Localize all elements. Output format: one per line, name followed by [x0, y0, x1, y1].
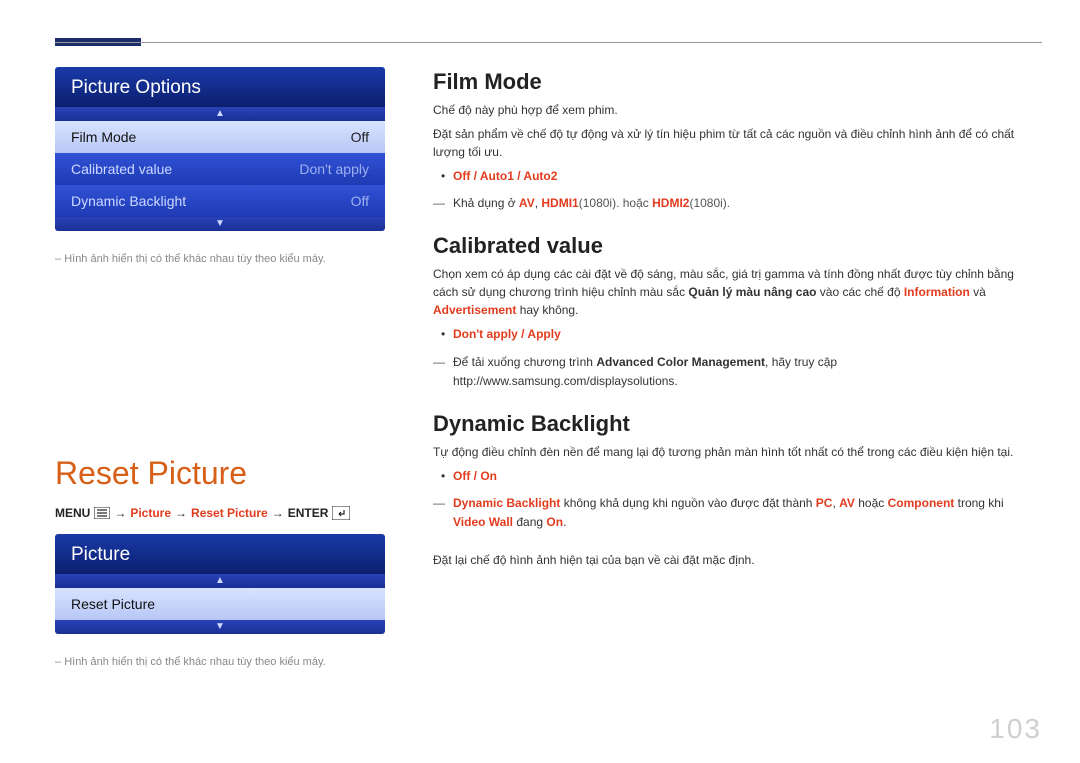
t: Component: [888, 496, 955, 510]
text: Chọn xem có áp dụng các cài đặt về độ sá…: [433, 265, 1034, 319]
panel-picture: Picture ▲ Reset Picture ▼: [55, 534, 385, 634]
t: không khả dụng khi nguồn vào được đặt th…: [560, 496, 815, 510]
nav-enter-label: ENTER: [288, 506, 329, 520]
t: Khả dụng ở: [453, 196, 519, 210]
t: Quản lý màu nâng cao: [688, 285, 816, 299]
t: trong khi: [954, 496, 1003, 510]
page-number: 103: [989, 713, 1042, 745]
menu-row-value: Off: [351, 129, 369, 145]
menu-row-dynamic-backlight[interactable]: Dynamic Backlight Off: [55, 185, 385, 217]
nav-path: MENU → Picture → Reset Picture → ENTER: [55, 506, 385, 520]
panel-title: Picture: [55, 534, 385, 574]
footnote: Hình ảnh hiển thị có thể khác nhau tùy t…: [55, 253, 385, 265]
t: Video Wall: [453, 515, 513, 529]
heading-film-mode: Film Mode: [433, 69, 1034, 95]
menu-row-label: Calibrated value: [71, 161, 172, 177]
t: đang: [513, 515, 546, 529]
t: PC: [816, 496, 833, 510]
t: Để tải xuống chương trình: [453, 355, 596, 369]
menu-row-film-mode[interactable]: Film Mode Off: [55, 121, 385, 153]
panel-title: Picture Options: [55, 67, 385, 107]
right-column: Film Mode Chế độ này phù hợp để xem phim…: [433, 67, 1042, 668]
menu-row-label: Film Mode: [71, 129, 136, 145]
t: Dynamic Backlight: [453, 496, 560, 510]
menu-row-label: Reset Picture: [71, 596, 155, 612]
t: HDMI1: [541, 196, 578, 210]
menu-row-calibrated-value[interactable]: Calibrated value Don't apply: [55, 153, 385, 185]
menu-row-reset-picture[interactable]: Reset Picture: [55, 588, 385, 620]
enter-icon: [332, 506, 350, 520]
menu-row-label: Dynamic Backlight: [71, 193, 186, 209]
reset-description: Đặt lại chế độ hình ảnh hiện tại của bạn…: [433, 551, 1034, 569]
t: On: [546, 515, 563, 529]
t: hoặc: [855, 496, 888, 510]
heading-dynamic-backlight: Dynamic Backlight: [433, 411, 1034, 437]
note: Để tải xuống chương trình Advanced Color…: [433, 353, 1034, 391]
nav-seg-picture: Picture: [130, 506, 171, 520]
options-text: Off / On: [453, 469, 497, 483]
arrow-down-icon: ▼: [55, 217, 385, 231]
text: Tự động điều chỉnh đèn nền để mang lại đ…: [433, 443, 1034, 461]
text: Chế độ này phù hợp để xem phim.: [433, 101, 1034, 119]
t: hay không.: [516, 303, 578, 317]
menu-row-value: Don't apply: [299, 161, 369, 177]
options-text: Don't apply / Apply: [453, 327, 561, 341]
t: .: [563, 515, 566, 529]
t: AV: [519, 196, 535, 210]
panel-picture-options: Picture Options ▲ Film Mode Off Calibrat…: [55, 67, 385, 231]
t: vào các chế độ: [816, 285, 903, 299]
t: (1080i).: [689, 196, 730, 210]
note: Dynamic Backlight không khả dụng khi ngu…: [433, 494, 1034, 532]
menu-row-value: Off: [351, 193, 369, 209]
reset-picture-heading: Reset Picture: [55, 455, 385, 492]
t: Advertisement: [433, 303, 516, 317]
heading-calibrated-value: Calibrated value: [433, 233, 1034, 259]
nav-menu-label: MENU: [55, 506, 90, 520]
t: (1080i). hoặc: [579, 196, 652, 210]
arrow-up-icon: ▲: [55, 107, 385, 121]
t: HDMI2: [652, 196, 689, 210]
t: Advanced Color Management: [596, 355, 765, 369]
note: Khả dụng ở AV, HDMI1(1080i). hoặc HDMI2(…: [433, 194, 1034, 213]
nav-seg-reset-picture: Reset Picture: [191, 506, 268, 520]
footnote: Hình ảnh hiển thị có thể khác nhau tùy t…: [55, 656, 385, 668]
t: và: [970, 285, 986, 299]
left-column: Picture Options ▲ Film Mode Off Calibrat…: [55, 67, 385, 668]
options-text: Off / Auto1 / Auto2: [453, 169, 557, 183]
arrow-up-icon: ▲: [55, 574, 385, 588]
t: AV: [839, 496, 855, 510]
text: Đặt sản phẩm về chế độ tự động và xử lý …: [433, 125, 1034, 161]
t: Information: [904, 285, 970, 299]
menu-icon: [94, 507, 110, 519]
arrow-down-icon: ▼: [55, 620, 385, 634]
